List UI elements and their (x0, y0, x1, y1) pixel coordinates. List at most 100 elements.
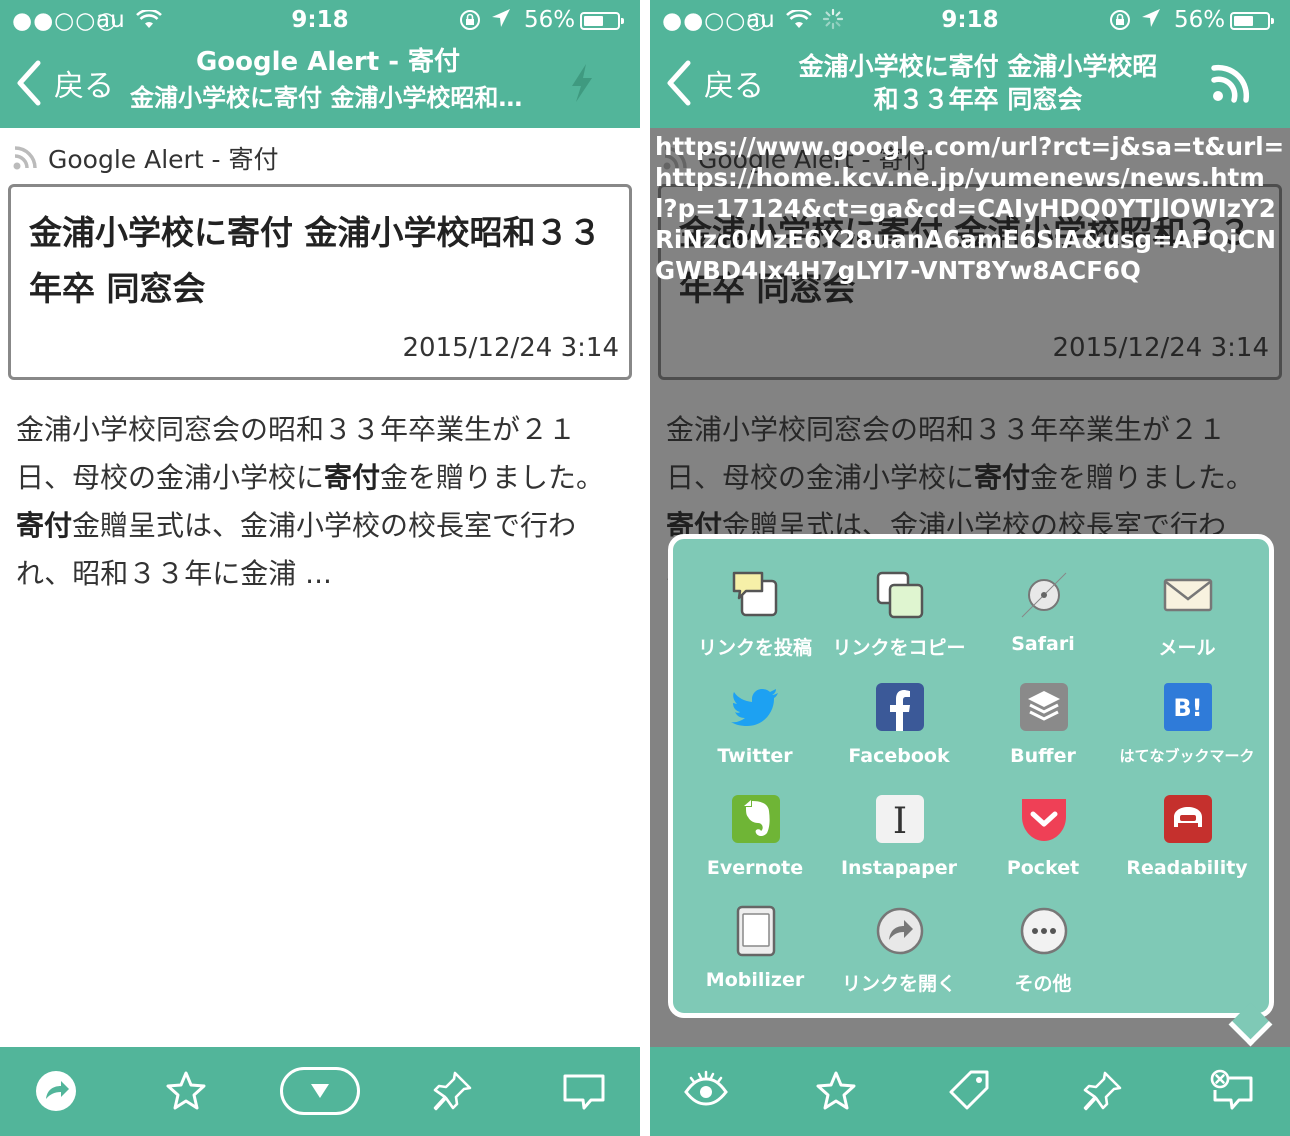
feed-name: Google Alert - 寄付 (48, 145, 279, 174)
location-icon (1140, 7, 1162, 35)
share-label: その他 (1014, 973, 1072, 995)
triangle-down-icon (311, 1084, 329, 1098)
share-buffer[interactable]: Buffer (971, 661, 1115, 769)
view-button[interactable] (680, 1065, 732, 1117)
status-bar: ●●○○○ au 9:18 56% (0, 0, 640, 40)
battery-icon (1230, 12, 1274, 30)
chevron-left-icon (667, 60, 691, 106)
share-instapaper[interactable]: I Instapaper (827, 773, 971, 881)
star-button[interactable] (160, 1065, 212, 1117)
star-icon (816, 1071, 856, 1110)
mail-icon (1163, 578, 1213, 612)
nav-title-line-1: 金浦小学校に寄付 金浦小学校昭 (798, 52, 1158, 81)
share-open-link[interactable]: リンクを開く (827, 885, 971, 995)
share-facebook[interactable]: Facebook (827, 661, 971, 769)
share-mobilizer[interactable]: Mobilizer (683, 885, 827, 993)
share-label: リンクを投稿 (697, 637, 812, 659)
back-label: 戻る (54, 69, 114, 104)
lightning-button[interactable] (560, 58, 604, 108)
share-evernote[interactable]: Evernote (683, 773, 827, 881)
share-post-link[interactable]: リンクを投稿 (683, 549, 827, 659)
share-more[interactable]: その他 (971, 885, 1115, 995)
share-label: Readability (1126, 857, 1248, 879)
close-comment-icon (1210, 1069, 1253, 1110)
share-hatena-bookmark[interactable]: B! はてなブックマーク (1115, 661, 1259, 769)
instapaper-icon: I (876, 795, 924, 843)
back-button[interactable]: 戻る (664, 58, 764, 108)
share-twitter[interactable]: Twitter (683, 661, 827, 769)
article-url: https://www.google.com/url?rct=j&sa=t&ur… (655, 132, 1285, 285)
share-label: メール (1158, 637, 1216, 659)
lightning-icon (572, 64, 592, 102)
navigation-bar: ●●○○○ au 9:18 56% 戻る 金浦小学校に寄付 金浦小学校昭 和３３… (650, 0, 1290, 128)
tag-icon (949, 1070, 989, 1110)
comment-button[interactable] (558, 1065, 610, 1117)
safari-icon (1021, 572, 1067, 618)
feed-source: Google Alert - 寄付 (12, 140, 279, 176)
summary-highlight: 寄付 (16, 509, 73, 542)
share-mail[interactable]: メール (1115, 549, 1259, 659)
share-label: Pocket (1006, 857, 1080, 879)
share-label: はてなブックマーク (1119, 747, 1255, 765)
comment-icon (563, 1074, 605, 1110)
share-label: Instapaper (840, 857, 958, 879)
pin-button[interactable] (426, 1065, 478, 1117)
pin-icon (1083, 1071, 1122, 1111)
nav-title-article: 金浦小学校に寄付 金浦小学校昭和３３年卒 同窓会 (130, 84, 526, 112)
post-link-icon (732, 571, 778, 617)
back-button[interactable]: 戻る (14, 58, 114, 108)
share-button[interactable] (30, 1065, 82, 1117)
tag-button[interactable] (944, 1065, 996, 1117)
share-safari[interactable]: Safari (971, 549, 1115, 657)
facebook-icon (876, 683, 924, 731)
share-label: Buffer (1010, 745, 1076, 767)
open-link-icon (876, 907, 924, 955)
next-article-button[interactable] (280, 1067, 360, 1115)
share-pocket[interactable]: Pocket (971, 773, 1115, 881)
share-label: Safari (1011, 633, 1075, 655)
pin-icon (433, 1071, 472, 1111)
nav-title-feed: Google Alert - 寄付 (195, 47, 461, 77)
location-icon (490, 7, 512, 35)
summary-text: 金贈呈式は、金浦小学校の校長室で行われ、昭和３３年に金浦 ... (16, 509, 577, 590)
copy-link-icon (876, 571, 924, 619)
share-screen: ●●○○○ au 9:18 56% 戻る 金浦小学校に寄付 金浦小学校昭 和３３… (650, 0, 1290, 1136)
share-arrow-icon (36, 1071, 76, 1111)
nav-title: Google Alert - 寄付 金浦小学校に寄付 金浦小学校昭和３３年卒 同… (130, 44, 526, 116)
share-label: リンクを開く (841, 973, 956, 995)
mobilizer-icon (736, 905, 776, 957)
nav-title: 金浦小学校に寄付 金浦小学校昭 和３３年卒 同窓会 (786, 50, 1170, 116)
battery-icon (580, 12, 624, 30)
article-header-card[interactable]: 金浦小学校に寄付 金浦小学校昭和３３年卒 同窓会 2015/12/24 3:14 (8, 184, 632, 380)
rss-icon (13, 146, 37, 170)
close-share-button[interactable] (1206, 1065, 1258, 1117)
pocket-icon (1022, 799, 1066, 841)
article-summary: 金浦小学校同窓会の昭和３３年卒業生が２１日、母校の金浦小学校に寄付金を贈りました… (16, 406, 628, 598)
rotation-lock-icon (458, 8, 482, 38)
hatena-bookmark-icon: B! (1164, 683, 1212, 731)
share-menu: リンクを投稿 リンクをコピー Safari メール Twitter Facebo… (668, 534, 1274, 1047)
bottom-toolbar (650, 1047, 1290, 1136)
star-icon (166, 1071, 206, 1110)
share-copy-link[interactable]: リンクをコピー (827, 549, 971, 659)
nav-title-line-2: 和３３年卒 同窓会 (873, 85, 1083, 114)
rss-button[interactable] (1210, 58, 1254, 108)
share-label: Evernote (706, 857, 804, 879)
star-button[interactable] (810, 1065, 862, 1117)
navigation-bar: ●●○○○ au 9:18 56% 戻る Google Alert - 寄付 金… (0, 0, 640, 128)
chevron-left-icon (17, 60, 41, 106)
rotation-lock-icon (1108, 8, 1132, 38)
share-readability[interactable]: Readability (1115, 773, 1259, 881)
bottom-toolbar (0, 1047, 640, 1136)
more-icon (1020, 907, 1068, 955)
summary-highlight: 寄付 (324, 461, 381, 494)
summary-text: 金を贈りました。 (380, 461, 605, 494)
svg-text:B!: B! (1173, 694, 1202, 722)
pin-button[interactable] (1076, 1065, 1128, 1117)
evernote-icon (732, 795, 780, 843)
rss-icon (1211, 64, 1250, 103)
share-label: Mobilizer (705, 969, 805, 991)
twitter-icon (731, 689, 778, 726)
article-screen: ●●○○○ au 9:18 56% 戻る Google Alert - 寄付 金… (0, 0, 640, 1136)
back-label: 戻る (704, 69, 764, 104)
